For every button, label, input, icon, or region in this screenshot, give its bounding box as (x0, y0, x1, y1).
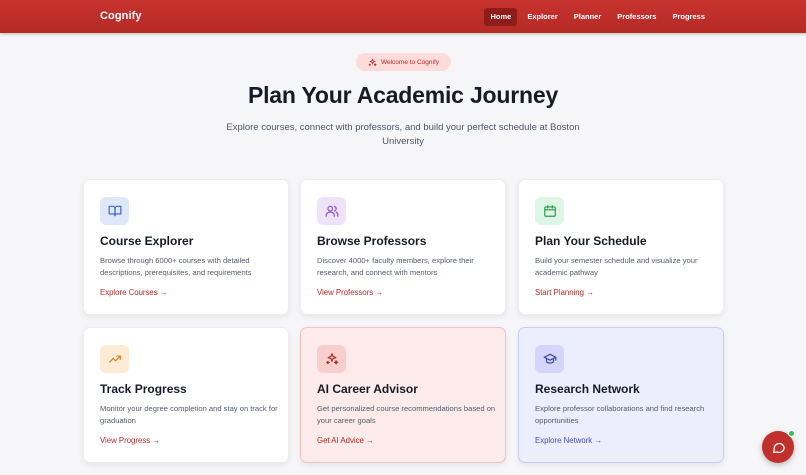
sparkles-icon (325, 353, 338, 365)
card-icon-box (535, 197, 564, 225)
card-icon-box (317, 345, 346, 373)
card-browse-professors[interactable]: Browse Professors Discover 4000+ faculty… (300, 179, 506, 315)
card-description: Build your semester schedule and visuali… (535, 256, 698, 277)
card-description: Explore professor collaborations and fin… (535, 404, 705, 425)
chat-bubble-icon (772, 442, 785, 453)
card-course-explorer[interactable]: Course Explorer Browse through 6000+ cou… (83, 179, 289, 315)
users-icon (325, 205, 338, 217)
calendar-icon (543, 205, 556, 217)
explore-courses-link[interactable]: Explore Courses → (100, 288, 168, 297)
graduation-cap-icon (543, 353, 556, 364)
card-title: Course Explorer (100, 234, 194, 248)
card-description: Browse through 6000+ courses with detail… (100, 256, 252, 277)
brand-logo[interactable]: Cognify (100, 10, 142, 22)
sparkles-icon (368, 58, 377, 66)
online-status-dot (788, 430, 795, 437)
card-icon-box (317, 197, 346, 225)
trending-up-icon (108, 355, 121, 363)
nav-explorer[interactable]: Explorer (521, 8, 563, 26)
card-icon-box (100, 197, 129, 225)
book-open-icon (108, 205, 121, 217)
nav-progress[interactable]: Progress (666, 8, 711, 26)
card-research-network[interactable]: Research Network Explore professor colla… (518, 327, 724, 463)
nav-professors[interactable]: Professors (611, 8, 662, 26)
card-icon-box (100, 345, 129, 373)
view-professors-link[interactable]: View Professors → (317, 288, 383, 297)
nav-home[interactable]: Home (484, 8, 518, 26)
nav-planner[interactable]: Planner (568, 8, 608, 26)
card-title: AI Career Advisor (317, 382, 418, 396)
card-title: Browse Professors (317, 234, 427, 248)
card-ai-career-advisor[interactable]: AI Career Advisor Get personalized cours… (300, 327, 506, 463)
card-plan-schedule[interactable]: Plan Your Schedule Build your semester s… (518, 179, 724, 315)
explore-network-link[interactable]: Explore Network → (535, 436, 602, 445)
card-title: Track Progress (100, 382, 187, 396)
get-ai-advice-link[interactable]: Get AI Advice → (317, 436, 374, 445)
main-nav: Home Explorer Planner Professors Progres… (484, 8, 711, 26)
start-planning-link[interactable]: Start Planning → (535, 288, 594, 297)
view-progress-link[interactable]: View Progress → (100, 436, 160, 445)
page-title: Plan Your Academic Journey (247, 82, 559, 108)
welcome-badge-label: Welcome to Cognify (380, 58, 440, 66)
welcome-badge: Welcome to Cognify (356, 53, 451, 71)
card-description: Discover 4000+ faculty members, explore … (317, 256, 474, 277)
card-track-progress[interactable]: Track Progress Monitor your degree compl… (83, 327, 289, 463)
card-icon-box (535, 345, 564, 373)
page-subtitle: Explore courses, connect with professors… (226, 122, 580, 147)
card-title: Research Network (535, 382, 640, 396)
card-title: Plan Your Schedule (535, 234, 647, 248)
card-description: Monitor your degree completion and stay … (100, 404, 278, 425)
top-navbar: Cognify Home Explorer Planner Professors… (0, 0, 806, 33)
card-description: Get personalized course recommendations … (317, 404, 496, 425)
